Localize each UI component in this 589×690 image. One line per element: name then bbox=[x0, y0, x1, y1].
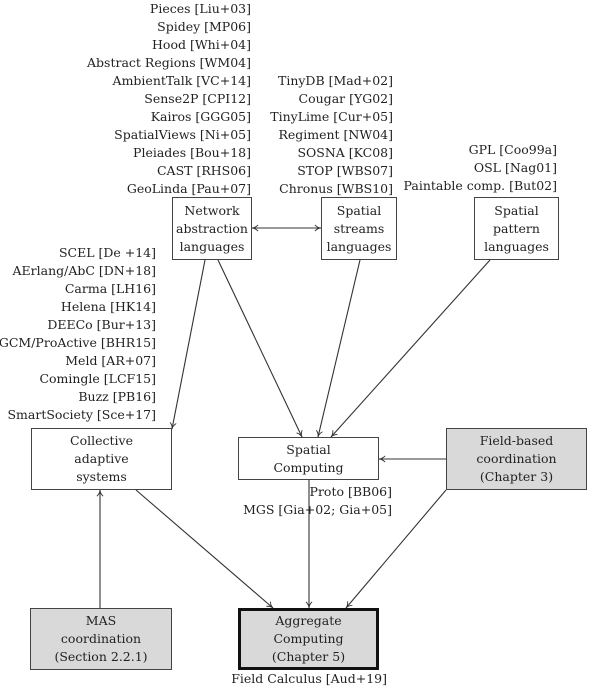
reference-item: GCM/ProActive [BHR15] bbox=[0, 335, 156, 350]
reference-item: DEECo [Bur+13] bbox=[47, 317, 156, 332]
reference-item: Spidey [MP06] bbox=[157, 19, 251, 34]
reference-item: MGS [Gia+02; Gia+05] bbox=[243, 502, 392, 517]
pattern-languages-list: GPL [Coo99a] OSL [Nag01] Paintable comp. [… bbox=[404, 141, 557, 195]
node-label-line: adaptive bbox=[74, 451, 129, 466]
field-based-coordination-node: Field-based coordination (Chapter 3) bbox=[446, 428, 587, 490]
edge-network-to-collective bbox=[169, 259, 206, 430]
reference-item: GeoLinda [Pau+07] bbox=[126, 181, 251, 196]
reference-item: Carma [LH16] bbox=[64, 281, 156, 296]
reference-item: Meld [AR+07] bbox=[65, 353, 156, 368]
streams-languages-list: TinyDB [Mad+02] Cougar [YG02] TinyLime [Cu… bbox=[270, 72, 393, 198]
reference-item: TinyDB [Mad+02] bbox=[277, 73, 393, 88]
node-label-line: Spatial bbox=[336, 202, 382, 218]
node-label-line: coordination bbox=[476, 451, 557, 466]
mas-coordination-node: MAS coordination (Section 2.2.1) bbox=[30, 608, 172, 670]
reference-item: SmartSociety [Sce+17] bbox=[7, 407, 156, 422]
reference-item: Paintable comp. [But02] bbox=[403, 178, 557, 193]
reference-item: SOSNA [KC08] bbox=[297, 145, 393, 160]
aggregate-computing-node: Aggregate Computing (Chapter 5) bbox=[238, 608, 379, 670]
edge-network-to-spatial_computing bbox=[217, 259, 303, 438]
node-label-line: streams bbox=[333, 220, 385, 236]
collective-systems-list: SCEL [De +14] AErlang/AbC [DN+18] Carma [L… bbox=[0, 244, 156, 424]
node-label-line: languages bbox=[179, 238, 245, 254]
reference-item: Pieces [Liu+03] bbox=[149, 1, 251, 16]
reference-item: SpatialViews [Ni+05] bbox=[114, 127, 251, 142]
reference-item: OSL [Nag01] bbox=[473, 160, 557, 175]
node-label-line: MAS bbox=[85, 613, 117, 628]
reference-item: AErlang/AbC [DN+18] bbox=[12, 263, 157, 278]
reference-item: Chronus [WBS10] bbox=[279, 181, 393, 196]
node-label-line: Field-based bbox=[479, 433, 554, 448]
node-label-line: systems bbox=[76, 469, 127, 484]
reference-item: Kairos [GGG05] bbox=[150, 109, 251, 124]
reference-item: Proto [BB06] bbox=[309, 484, 392, 499]
collective-adaptive-systems-node: Collective adaptive systems bbox=[31, 428, 172, 490]
reference-item: Field Calculus [Aud+19] bbox=[231, 671, 387, 686]
node-label-line: Spatial bbox=[286, 441, 331, 457]
node-label-line: Computing bbox=[273, 459, 344, 475]
network-abstraction-languages-node: Network abstraction languages bbox=[172, 197, 252, 260]
reference-item: Regiment [NW04] bbox=[278, 127, 393, 142]
node-label-line: (Chapter 5) bbox=[271, 649, 346, 664]
reference-item: AmbientTalk [VC+14] bbox=[112, 73, 251, 88]
reference-item: STOP [WBS07] bbox=[297, 163, 393, 178]
reference-item: CAST [RHS06] bbox=[156, 163, 251, 178]
node-label-line: languages bbox=[484, 238, 549, 254]
node-label-line: Aggregate bbox=[275, 613, 342, 628]
node-label-line: coordination bbox=[60, 631, 142, 646]
edge-streams-to-spatial_computing bbox=[316, 259, 361, 438]
spatial-computing-node: Spatial Computing bbox=[238, 437, 379, 480]
reference-item: Cougar [YG02] bbox=[298, 91, 393, 106]
node-label-line: (Chapter 3) bbox=[479, 469, 554, 484]
spatial-computing-list: Proto [BB06] MGS [Gia+02; Gia+05] bbox=[243, 483, 392, 519]
spatial-streams-languages-node: Spatial streams languages bbox=[321, 197, 397, 260]
reference-item: Hood [Whi+04] bbox=[152, 37, 251, 52]
reference-item: TinyLime [Cur+05] bbox=[270, 109, 393, 124]
reference-item: Pleiades [Bou+18] bbox=[133, 145, 251, 160]
node-label-line: Spatial bbox=[494, 202, 539, 218]
reference-item: SCEL [De +14] bbox=[58, 245, 156, 260]
spatial-pattern-languages-node: Spatial pattern languages bbox=[474, 197, 559, 260]
reference-item: Comingle [LCF15] bbox=[39, 371, 156, 386]
node-label-line: pattern bbox=[493, 220, 540, 236]
reference-item: GPL [Coo99a] bbox=[468, 142, 557, 157]
node-label-line: languages bbox=[326, 238, 392, 254]
node-label-line: abstraction bbox=[176, 220, 248, 236]
node-label-line: Computing bbox=[273, 631, 344, 646]
edge-pattern-to-spatial_computing bbox=[330, 259, 491, 438]
reference-item: Sense2P [CPI12] bbox=[144, 91, 251, 106]
node-label-line: Network bbox=[184, 202, 240, 218]
node-label-line: Collective bbox=[70, 433, 133, 448]
node-label-line: (Section 2.2.1) bbox=[54, 649, 148, 664]
network-languages-list: Pieces [Liu+03] Spidey [MP06] Hood [Whi+04… bbox=[87, 0, 251, 198]
reference-item: Abstract Regions [WM04] bbox=[87, 55, 251, 70]
reference-item: Buzz [PB16] bbox=[78, 389, 156, 404]
reference-item: Helena [HK14] bbox=[60, 299, 156, 314]
aggregate-computing-list: Field Calculus [Aud+19] bbox=[231, 670, 387, 688]
